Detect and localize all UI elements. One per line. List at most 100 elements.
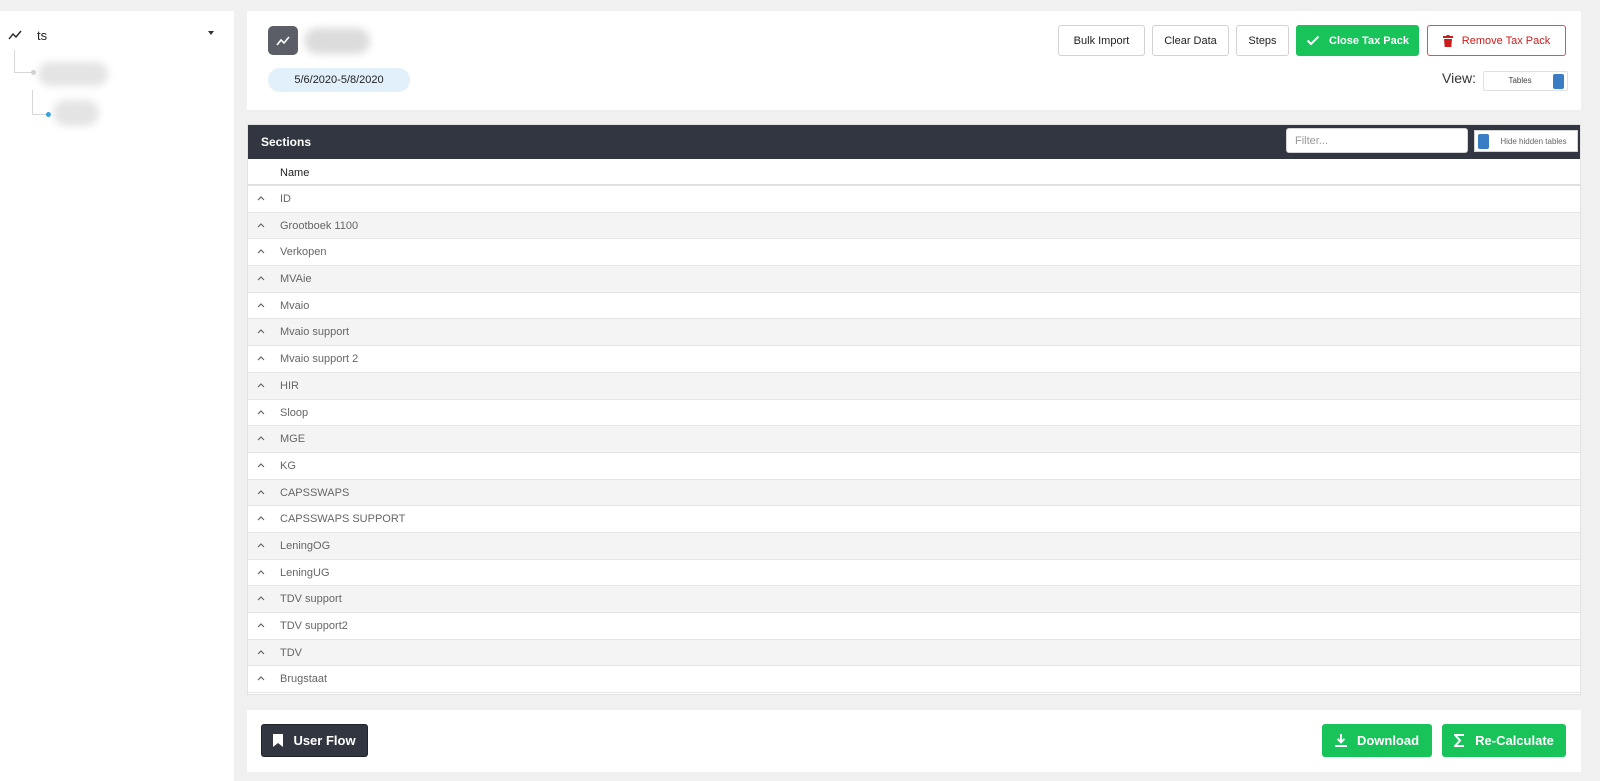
toggle-knob — [1553, 74, 1564, 89]
recalculate-label: Re-Calculate — [1475, 733, 1554, 748]
section-name: TDV — [280, 646, 302, 659]
bulk-import-button[interactable]: Bulk Import — [1058, 25, 1145, 56]
trending-line-icon — [8, 28, 24, 42]
tree-node-dot — [31, 70, 36, 75]
remove-tax-pack-label: Remove Tax Pack — [1461, 34, 1551, 47]
trash-icon — [1442, 34, 1453, 47]
remove-tax-pack-button[interactable]: Remove Tax Pack — [1427, 25, 1566, 56]
chevron-up-icon[interactable] — [256, 301, 268, 311]
table-row[interactable]: HIR — [248, 372, 1580, 400]
steps-button[interactable]: Steps — [1236, 25, 1289, 56]
table-row[interactable]: MGE — [248, 426, 1580, 453]
table-row[interactable]: MVAie — [248, 266, 1580, 293]
table-column-header: Name — [248, 159, 1580, 186]
chevron-up-icon[interactable] — [256, 568, 268, 578]
chevron-up-icon[interactable] — [256, 488, 268, 498]
chevron-up-icon[interactable] — [256, 674, 268, 684]
tree-root-label: ts — [37, 27, 48, 43]
toggle-knob — [1478, 134, 1489, 149]
sidebar: ts — [0, 0, 234, 781]
check-icon — [1306, 35, 1320, 46]
page-title-redacted — [304, 28, 370, 54]
section-name: Brugstaat — [280, 673, 328, 686]
section-name: CAPSSWAPS — [280, 486, 350, 499]
table-row[interactable]: LeningUG — [248, 560, 1580, 587]
table-row[interactable]: ID — [248, 186, 1580, 213]
tree-connector — [14, 50, 15, 72]
tree-node-redacted[interactable] — [38, 62, 108, 86]
section-name: Mvaio — [280, 299, 310, 312]
section-name: TDV support — [280, 593, 342, 606]
chevron-up-icon[interactable] — [256, 247, 268, 257]
clear-data-button[interactable]: Clear Data — [1152, 25, 1229, 56]
tree-connector — [14, 72, 32, 73]
close-tax-pack-button[interactable]: Close Tax Pack — [1296, 25, 1419, 56]
chevron-up-icon[interactable] — [256, 408, 268, 418]
download-label: Download — [1356, 733, 1420, 748]
table-row[interactable]: Brugstaat — [248, 666, 1580, 694]
tree-connector — [32, 114, 46, 115]
table-row[interactable]: TDV support — [248, 586, 1580, 613]
chevron-up-icon[interactable] — [256, 354, 268, 364]
recalculate-button[interactable]: Re-Calculate — [1442, 724, 1566, 757]
section-name: Mvaio support — [280, 326, 350, 339]
table-row[interactable]: KG — [248, 453, 1580, 480]
table-row[interactable]: Grootboek 1100 — [248, 212, 1580, 240]
section-name: Sloop — [280, 406, 309, 419]
chevron-up-icon[interactable] — [256, 461, 268, 471]
close-tax-pack-label: Close Tax Pack — [1329, 34, 1409, 47]
download-button[interactable]: Download — [1322, 724, 1432, 757]
trending-line-icon — [268, 26, 298, 55]
chevron-up-icon[interactable] — [256, 381, 268, 391]
table-row[interactable]: Mvaio support — [248, 319, 1580, 347]
chevron-up-icon[interactable] — [256, 194, 268, 204]
table-row[interactable]: Mvaio support 2 — [248, 346, 1580, 373]
table-row[interactable]: TDV support2 — [248, 613, 1580, 640]
date-range-badge: 5/6/2020-5/8/2020 — [268, 68, 410, 92]
table-row[interactable]: CAPSSWAPS SUPPORT — [248, 506, 1580, 533]
table-row[interactable]: CAPSSWAPS — [248, 479, 1580, 507]
bookmark-icon — [273, 734, 284, 747]
tree-node-dot-active — [46, 112, 51, 117]
sections-title: Sections — [261, 135, 312, 149]
section-name: TDV support2 — [280, 620, 348, 632]
section-name: LeningUG — [280, 566, 330, 579]
download-icon — [1334, 734, 1347, 747]
table-row[interactable]: LeningOG — [248, 532, 1580, 560]
hide-hidden-tables-toggle[interactable]: Hide hidden tables — [1474, 130, 1578, 152]
footer-actions: User Flow Download Re-Calculate — [247, 710, 1581, 772]
table-row[interactable]: Mvaio — [248, 293, 1580, 320]
section-name: ID — [280, 193, 291, 205]
chevron-up-icon[interactable] — [256, 621, 268, 631]
section-name: Verkopen — [280, 246, 327, 259]
chevron-up-icon[interactable] — [256, 648, 268, 658]
chevron-up-icon[interactable] — [256, 594, 268, 604]
tax-pack-header: 5/6/2020-5/8/2020 Bulk Import Clear Data… — [247, 11, 1581, 110]
chevron-up-icon[interactable] — [256, 327, 268, 337]
chevron-down-icon[interactable] — [208, 31, 214, 35]
user-flow-button[interactable]: User Flow — [261, 724, 368, 757]
table-row[interactable]: Verkopen — [248, 239, 1580, 267]
section-name: HIR — [280, 379, 299, 392]
table-row[interactable]: Sloop — [248, 400, 1580, 427]
chevron-up-icon[interactable] — [256, 221, 268, 231]
chevron-up-icon[interactable] — [256, 274, 268, 284]
sections-list: ID Grootboek 1100 Verkopen MVAie Mvaio Mvaio … — [248, 186, 1580, 694]
sigma-icon — [1454, 734, 1465, 747]
user-flow-label: User Flow — [293, 733, 356, 748]
table-row[interactable]: TDV — [248, 639, 1580, 667]
chevron-up-icon[interactable] — [256, 434, 268, 444]
tree-root-node[interactable]: ts — [8, 26, 218, 44]
view-label: View: — [1442, 70, 1476, 86]
section-name: LeningOG — [280, 539, 331, 552]
chevron-up-icon[interactable] — [256, 514, 268, 524]
tree-connector — [32, 90, 33, 114]
sidebar-top-strip — [0, 0, 234, 11]
section-name: Grootboek 1100 — [280, 219, 359, 232]
tree-node-redacted[interactable] — [53, 100, 99, 126]
view-toggle[interactable]: Tables — [1483, 71, 1568, 91]
section-name: MVAie — [280, 273, 312, 286]
chevron-up-icon[interactable] — [256, 541, 268, 551]
filter-input[interactable] — [1286, 128, 1468, 153]
column-name-header[interactable]: Name — [280, 167, 309, 179]
